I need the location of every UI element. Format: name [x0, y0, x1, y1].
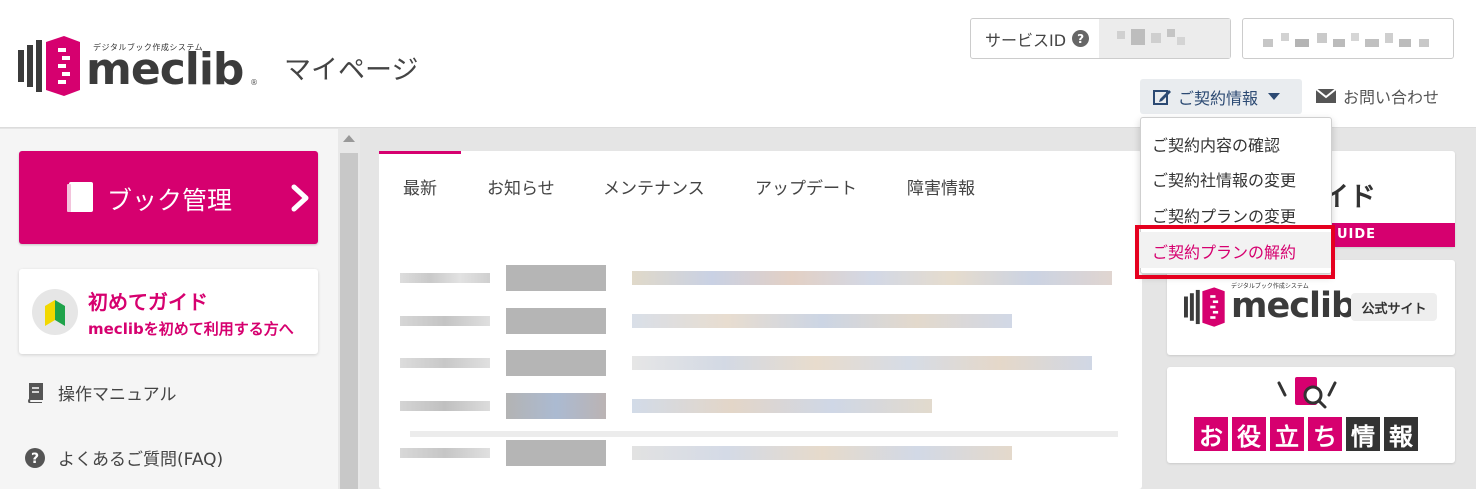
news-divider: [410, 431, 1118, 437]
scroll-up-icon[interactable]: [343, 135, 355, 142]
book-icon: [67, 182, 93, 212]
book-management-button[interactable]: ブック管理: [19, 151, 318, 244]
tips-char: ち: [1308, 417, 1342, 451]
manual-label: 操作マニュアル: [58, 385, 177, 405]
official-logo-text: meclib: [1231, 286, 1356, 326]
tab-updates[interactable]: アップデート: [755, 174, 857, 199]
logo-registered-mark: ®: [250, 78, 258, 87]
scrollbar-thumb[interactable]: [340, 153, 358, 489]
page-title: マイページ: [284, 55, 419, 86]
sidebar-link-faq[interactable]: ? よくあるご質問(FAQ): [24, 445, 223, 470]
news-row-redacted[interactable]: [400, 393, 1120, 419]
beginner-mark-icon: [32, 289, 78, 335]
dropdown-item-plan-change[interactable]: ご契約プランの変更: [1152, 203, 1296, 227]
beginner-guide-card[interactable]: 初めてガイド meclibを初めて利用する方へ: [19, 269, 318, 354]
tab-notices[interactable]: お知らせ: [487, 174, 555, 199]
service-id-label-wrap: サービスID ?: [971, 19, 1099, 58]
news-row-redacted[interactable]: [400, 440, 1120, 466]
help-icon[interactable]: ?: [1072, 30, 1090, 47]
tab-incidents[interactable]: 障害情報: [907, 174, 975, 199]
meclib-official-logo-mark: [1184, 287, 1225, 327]
magnifier-document-icon: [1277, 377, 1337, 409]
meclib-logo-mark: [18, 36, 80, 96]
beginner-guide-title: 初めてガイド: [88, 290, 208, 314]
mail-icon: [1315, 88, 1337, 103]
tips-char: 立: [1270, 417, 1304, 451]
service-id-box: サービスID ?: [970, 18, 1231, 59]
news-row-redacted[interactable]: [400, 265, 1120, 291]
sidebar-scrollbar[interactable]: [338, 129, 360, 489]
guide-banner-strip-text: UIDE: [1337, 227, 1377, 242]
inquiry-link[interactable]: お問い合わせ: [1315, 84, 1439, 108]
service-id-label: サービスID: [985, 30, 1067, 50]
contract-info-menu-button[interactable]: ご契約情報: [1140, 79, 1302, 114]
caret-down-icon: [1268, 93, 1281, 100]
contract-info-label: ご契約情報: [1178, 88, 1259, 108]
tips-char: 報: [1384, 417, 1418, 451]
dropdown-item-company-info-change[interactable]: ご契約社情報の変更: [1152, 167, 1296, 191]
highlight-box: [1135, 225, 1335, 279]
inquiry-label: お問い合わせ: [1343, 88, 1440, 107]
question-circle-icon: ?: [24, 447, 46, 468]
edit-icon: [1153, 89, 1171, 105]
faq-label: よくあるご質問(FAQ): [58, 450, 224, 470]
tab-latest[interactable]: 最新: [403, 174, 437, 199]
dropdown-item-contract-details[interactable]: ご契約内容の確認: [1152, 132, 1280, 156]
official-site-badge: 公式サイト: [1351, 293, 1437, 321]
news-row-redacted[interactable]: [400, 308, 1120, 334]
tab-maintenance[interactable]: メンテナンス: [603, 174, 705, 199]
active-tab-indicator: [379, 151, 461, 154]
sidebar-link-manual[interactable]: 操作マニュアル: [24, 380, 177, 405]
user-name-box-redacted[interactable]: [1242, 18, 1454, 59]
svg-text:?: ?: [31, 451, 39, 467]
tips-char: お: [1194, 417, 1228, 451]
beginner-guide-subtitle: meclibを初めて利用する方へ: [88, 320, 294, 338]
tips-char: 役: [1232, 417, 1266, 451]
book-management-label: ブック管理: [107, 186, 233, 215]
news-row-redacted[interactable]: [400, 350, 1120, 376]
manual-book-icon: [24, 382, 46, 403]
chevron-right-icon: [291, 184, 309, 212]
service-id-value-redacted: [1099, 19, 1230, 58]
tips-title: お 役 立 ち 情 報: [1194, 417, 1418, 451]
logo-text[interactable]: meclib: [86, 48, 244, 92]
tips-char: 情: [1346, 417, 1380, 451]
